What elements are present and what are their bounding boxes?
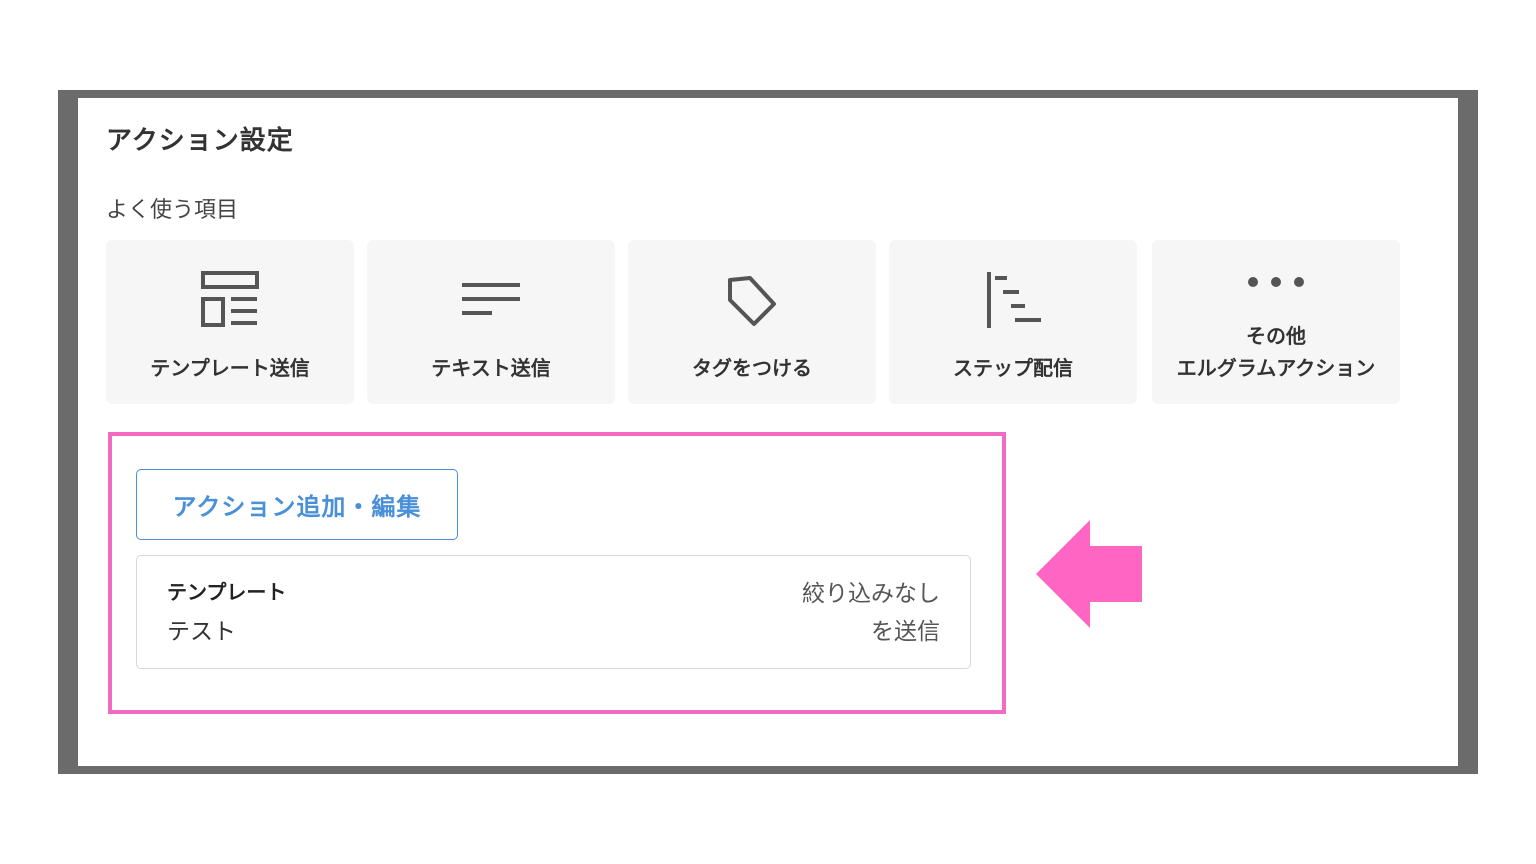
action-item[interactable]: テンプレート テスト 絞り込みなし を送信 <box>136 555 971 669</box>
tile-label: その他 エルグラムアクション <box>1152 320 1400 384</box>
tile-label: タグをつける <box>692 356 812 380</box>
tile-add-tag[interactable]: タグをつける <box>628 240 876 404</box>
tile-label: テキスト送信 <box>431 356 551 380</box>
step-icon <box>983 270 1043 334</box>
action-type: テンプレート <box>167 580 287 604</box>
action-name: テスト <box>167 619 236 645</box>
section-subtitle: よく使う項目 <box>106 198 239 223</box>
action-filter: 絞り込みなし <box>802 581 940 607</box>
action-send-text: を送信 <box>871 619 940 645</box>
tile-label-line2: エルグラムアクション <box>1176 356 1376 380</box>
tile-label: テンプレート送信 <box>150 356 310 380</box>
add-edit-action-button[interactable]: アクション追加・編集 <box>136 469 458 540</box>
tile-template-send[interactable]: テンプレート送信 <box>106 240 354 404</box>
pointer-arrow-icon <box>1036 520 1144 632</box>
tile-step-delivery[interactable]: ステップ配信 <box>889 240 1137 404</box>
tile-text-send[interactable]: テキスト送信 <box>367 240 615 404</box>
tile-other-actions[interactable]: その他 エルグラムアクション <box>1152 240 1400 404</box>
template-icon <box>200 270 260 334</box>
page-title: アクション設定 <box>106 126 294 156</box>
more-dots-icon <box>1246 274 1306 293</box>
text-lines-icon <box>460 270 522 334</box>
tile-label: ステップ配信 <box>953 356 1073 380</box>
tag-icon <box>722 270 782 334</box>
tile-label-line1: その他 <box>1246 324 1306 348</box>
